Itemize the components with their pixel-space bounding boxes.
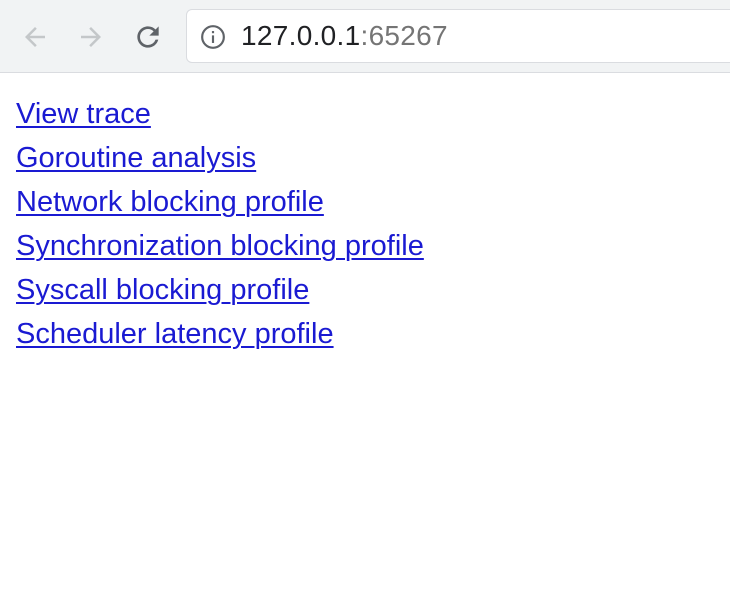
arrow-right-icon: [81, 27, 101, 47]
link-view-trace[interactable]: View trace: [16, 92, 716, 136]
arrow-left-icon: [25, 27, 45, 47]
link-network-blocking-profile[interactable]: Network blocking profile: [16, 180, 716, 224]
link-goroutine-analysis[interactable]: Goroutine analysis: [16, 136, 716, 180]
link-syscall-blocking-profile[interactable]: Syscall blocking profile: [16, 268, 716, 312]
link-scheduler-latency-profile[interactable]: Scheduler latency profile: [16, 312, 716, 356]
reload-icon: [137, 26, 159, 48]
url-text[interactable]: 127.0.0.1:65267: [241, 19, 448, 53]
forward-button[interactable]: [71, 17, 111, 57]
info-circle-icon[interactable]: [200, 24, 226, 50]
page-content: View trace Goroutine analysis Network bl…: [16, 92, 716, 356]
url-host: 127.0.0.1: [241, 20, 361, 51]
address-bar[interactable]: 127.0.0.1:65267: [186, 9, 730, 63]
link-synchronization-blocking-profile[interactable]: Synchronization blocking profile: [16, 224, 716, 268]
browser-toolbar: 127.0.0.1:65267: [0, 0, 730, 73]
url-port: :65267: [360, 20, 448, 51]
back-button[interactable]: [15, 17, 55, 57]
reload-button[interactable]: [128, 17, 168, 57]
